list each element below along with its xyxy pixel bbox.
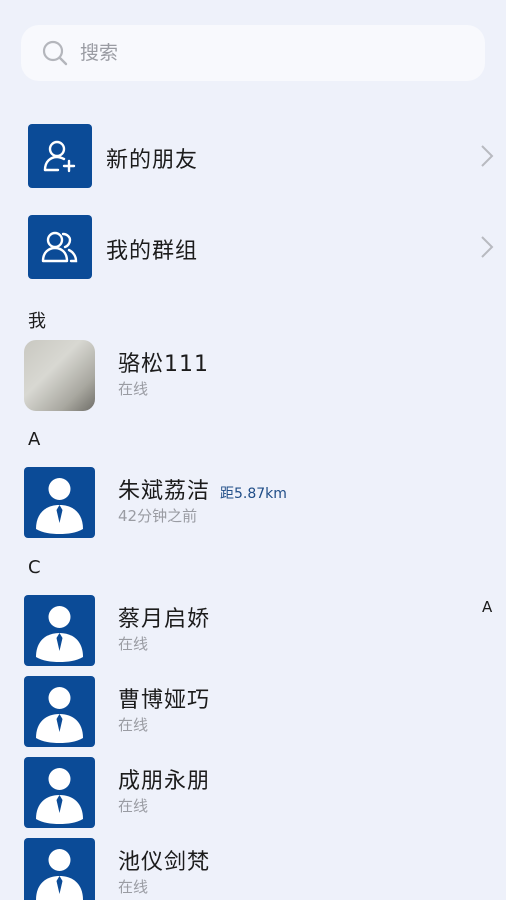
add-user-icon (28, 124, 92, 188)
contact-status: 42分钟之前 (118, 507, 198, 525)
default-avatar-icon (24, 467, 95, 538)
contact-status: 在线 (118, 635, 149, 653)
default-avatar-icon (24, 595, 95, 666)
contact-name: 成朋永朋 (118, 769, 211, 794)
contact-status: 在线 (118, 797, 149, 815)
chevron-right-icon (481, 236, 494, 258)
contact-row[interactable]: 蔡月启娇 在线 (0, 593, 506, 669)
contact-status: 在线 (118, 380, 149, 398)
section-header-me: 我 (28, 311, 46, 332)
new-friends-entry[interactable]: 新的朋友 (0, 124, 506, 190)
my-groups-entry[interactable]: 我的群组 (0, 215, 506, 281)
search-input[interactable] (80, 42, 440, 64)
contact-row[interactable]: 成朋永朋 在线 (0, 755, 506, 831)
alphabet-index-letter[interactable]: A (482, 598, 492, 616)
contact-name: 朱斌荔洁 (118, 479, 211, 504)
contacts-screen: 新的朋友 我的群组 我 骆松111 在线 A (0, 0, 506, 900)
contact-status: 在线 (118, 878, 149, 896)
contact-status: 在线 (118, 716, 149, 734)
my-groups-label: 我的群组 (106, 239, 199, 264)
search-icon (42, 40, 68, 66)
contact-name: 曹博娅巧 (118, 688, 211, 713)
contact-row[interactable]: 曹博娅巧 在线 (0, 674, 506, 750)
distance-label: 距5.87km (220, 486, 287, 502)
default-avatar-icon (24, 757, 95, 828)
contact-row[interactable]: 池仪剑梵 在线 (0, 836, 506, 900)
search-bar[interactable] (21, 25, 485, 81)
section-header-a: A (28, 429, 41, 450)
section-header-c: C (28, 557, 41, 578)
chevron-right-icon (481, 145, 494, 167)
contact-name: 蔡月启娇 (118, 607, 211, 632)
contact-name: 池仪剑梵 (118, 850, 211, 875)
default-avatar-icon (24, 838, 95, 900)
new-friends-label: 新的朋友 (106, 148, 199, 173)
contact-row-self[interactable]: 骆松111 在线 (0, 338, 506, 414)
group-icon (28, 215, 92, 279)
contact-name: 骆松111 (118, 352, 209, 377)
contact-row[interactable]: 朱斌荔洁 距5.87km 42分钟之前 (0, 465, 506, 541)
default-avatar-icon (24, 676, 95, 747)
avatar (24, 340, 95, 411)
